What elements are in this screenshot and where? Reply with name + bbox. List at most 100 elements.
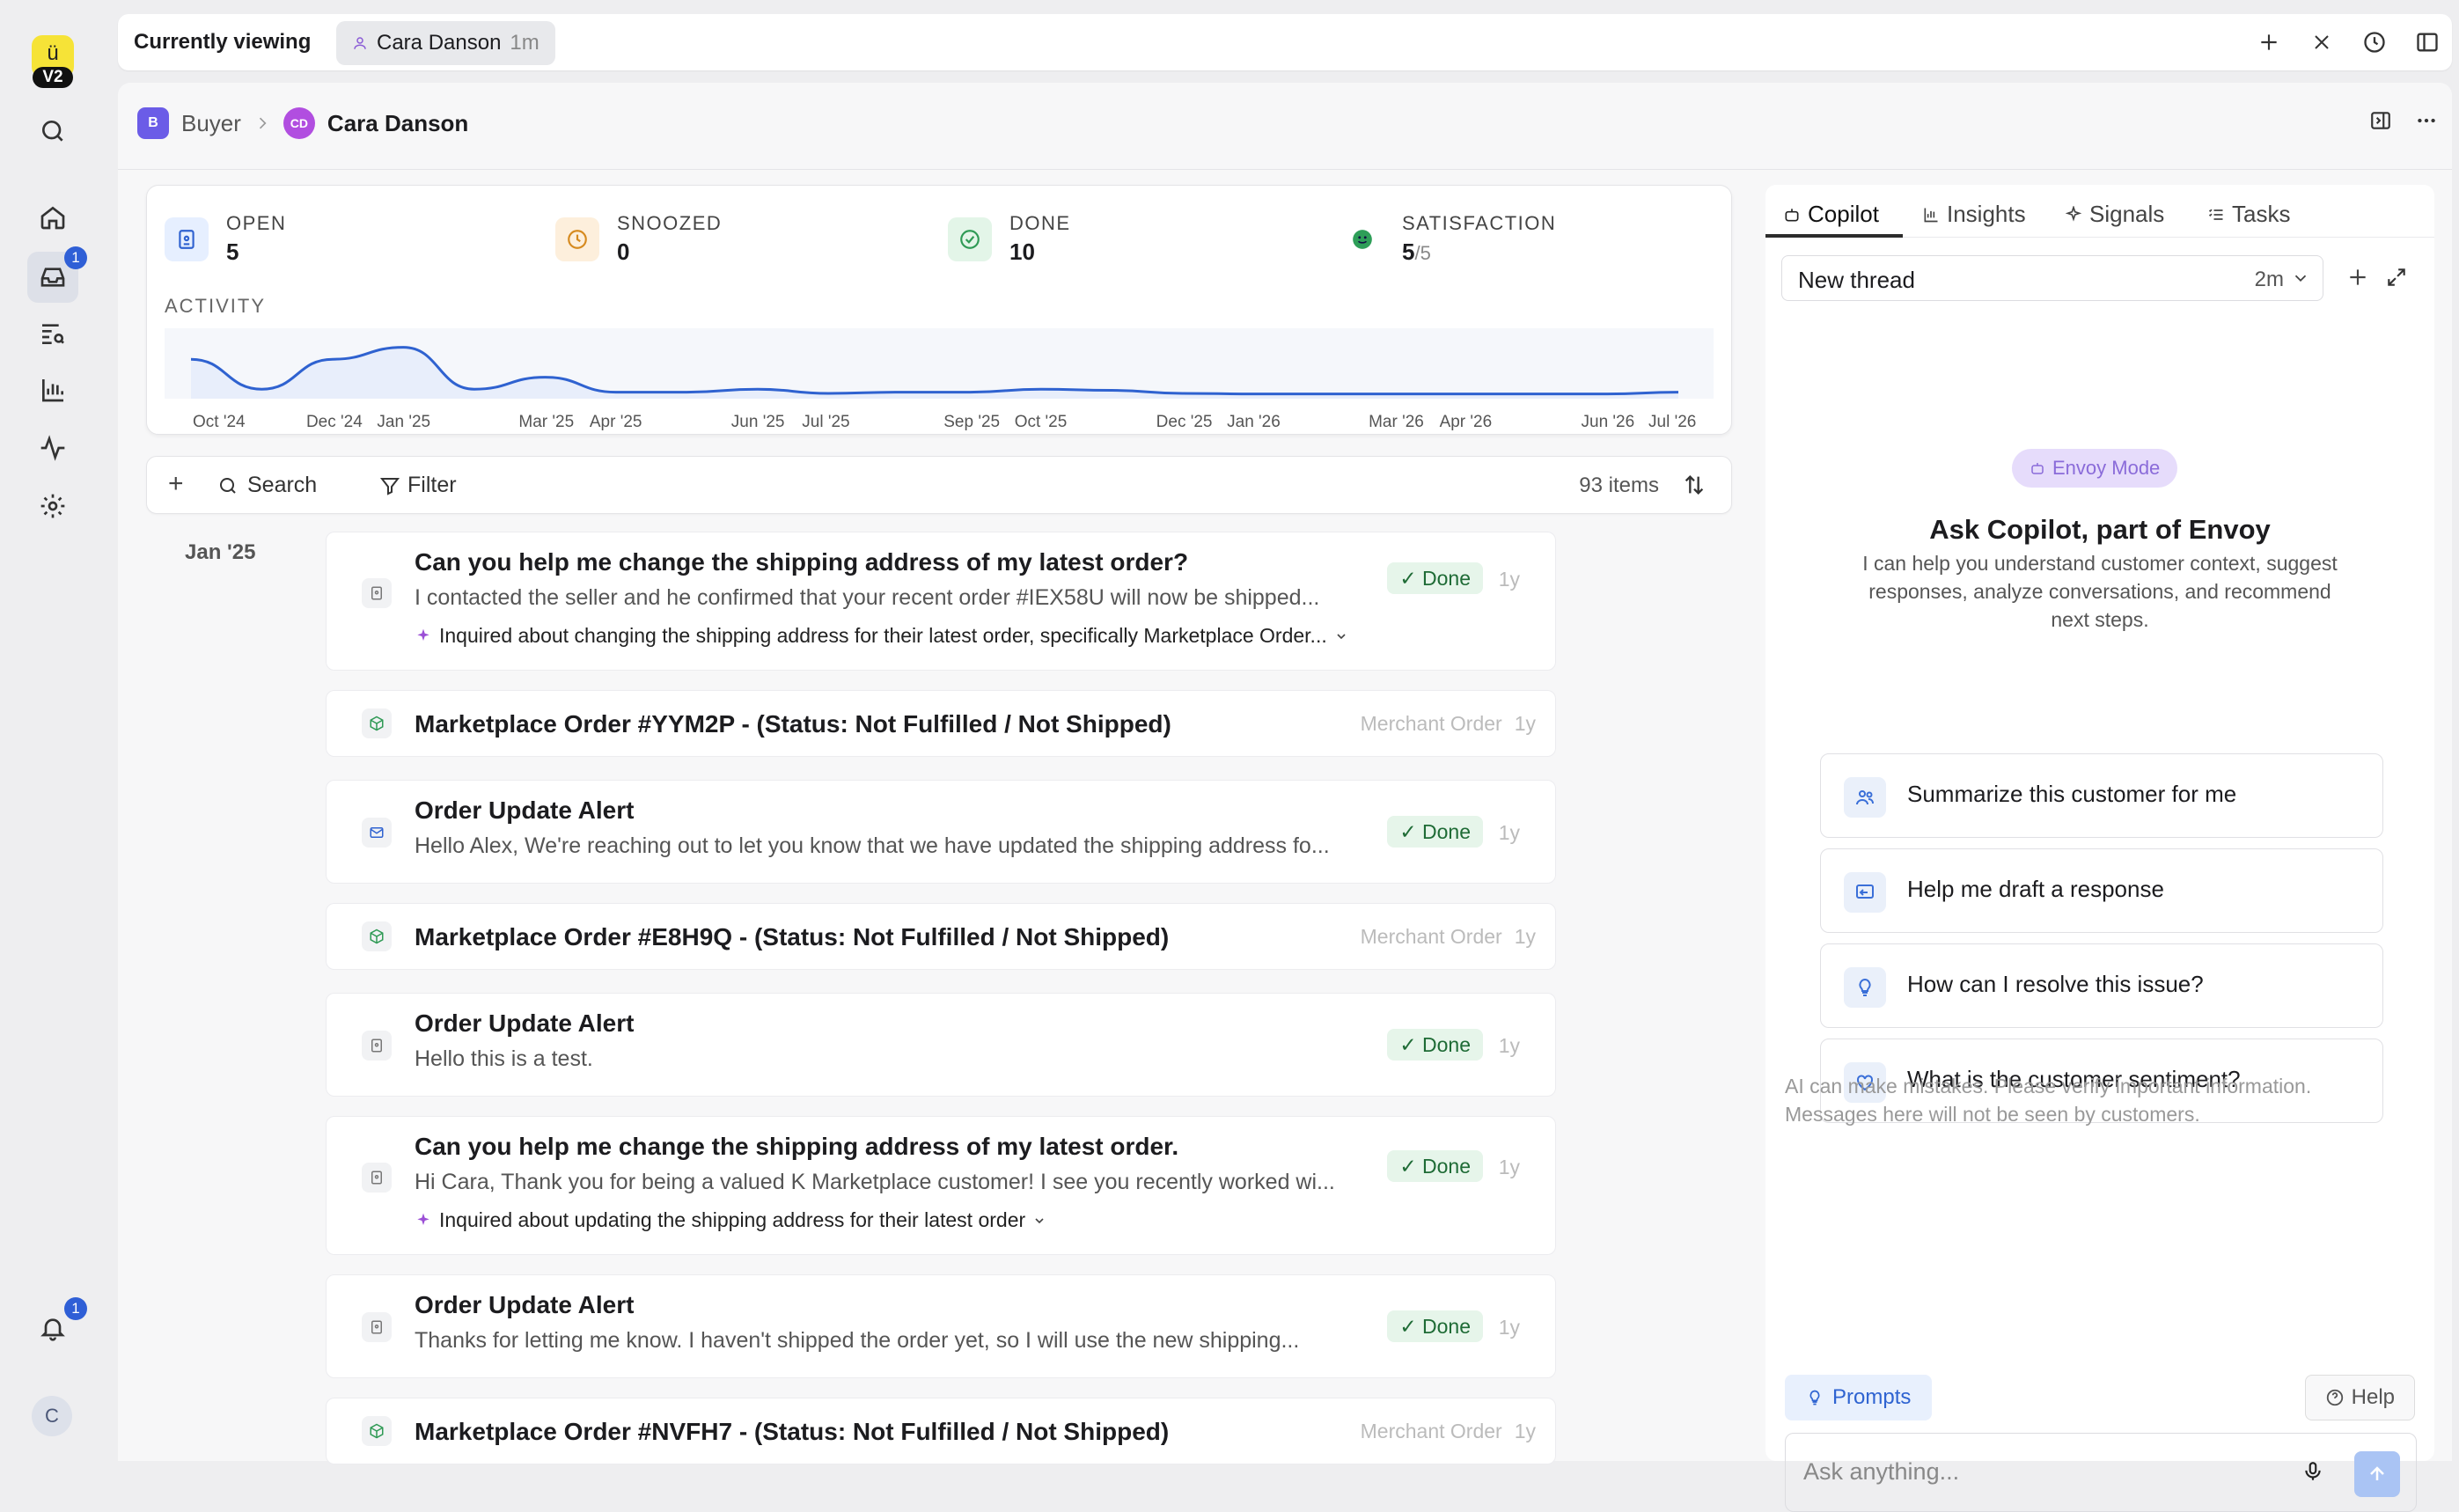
- ai-summary[interactable]: Inquired about changing the shipping add…: [415, 624, 1348, 648]
- suggestion-summarize[interactable]: Summarize this customer for me: [1820, 753, 2383, 838]
- prompts-label: Prompts: [1832, 1385, 1912, 1409]
- add-button[interactable]: +: [168, 469, 184, 499]
- currently-viewing-label: Currently viewing: [134, 30, 312, 54]
- thread-select[interactable]: New thread 2m: [1781, 255, 2323, 301]
- envoy-mode-label: Envoy Mode: [2052, 457, 2161, 479]
- item-meta: Merchant Order 1y: [1348, 1420, 1536, 1443]
- chart-tick-label: Oct '25: [1015, 413, 1068, 431]
- search-icon: [220, 477, 236, 494]
- status-badge: ✓ Done: [1387, 1150, 1483, 1182]
- filter-button[interactable]: Filter: [379, 473, 457, 498]
- stat-satisfaction[interactable]: SATISFACTION 5/5: [1340, 212, 1556, 266]
- main-area: B Buyer CD Cara Danson OPEN 5 SNOOZED 0 DO…: [118, 83, 2452, 1512]
- tab-copilot[interactable]: Copilot: [1783, 201, 1879, 228]
- chart-tick-label: Jan '25: [377, 413, 430, 431]
- stat-value: 0: [617, 239, 630, 265]
- ticket-icon: [362, 1163, 392, 1193]
- reports-nav-button[interactable]: [27, 364, 78, 415]
- help-label: Help: [2351, 1385, 2395, 1409]
- inbox-badge: 1: [64, 246, 87, 269]
- tab-insights[interactable]: Insights: [1922, 201, 2026, 228]
- close-button[interactable]: [2306, 26, 2338, 58]
- stat-open[interactable]: OPEN 5: [165, 212, 286, 266]
- expand-button[interactable]: [2385, 266, 2408, 289]
- item-age: 1y: [1498, 568, 1520, 591]
- home-nav-button[interactable]: [27, 192, 78, 243]
- items-count: 93 items: [1579, 473, 1659, 497]
- tab-tasks[interactable]: Tasks: [2207, 201, 2290, 228]
- app-logo[interactable]: ü V2: [32, 35, 74, 90]
- stat-snoozed[interactable]: SNOOZED 0: [555, 212, 722, 266]
- chart-tick-label: Mar '25: [518, 413, 574, 431]
- package-icon: [362, 921, 392, 951]
- list-item[interactable]: Marketplace Order #E8H9Q - (Status: Not …: [326, 903, 1556, 970]
- new-tab-button[interactable]: [2253, 26, 2285, 58]
- more-button[interactable]: [2415, 109, 2438, 132]
- microphone-icon: [2305, 1462, 2321, 1480]
- suggestion-resolve[interactable]: How can I resolve this issue?: [1820, 943, 2383, 1028]
- bar-chart-icon: [42, 379, 63, 402]
- sparkle-icon: [417, 1213, 429, 1225]
- filter-label: Filter: [407, 473, 457, 497]
- item-title: Marketplace Order #NVFH7 - (Status: Not …: [415, 1418, 1170, 1445]
- tab-label: Signals: [2089, 201, 2165, 227]
- list-item[interactable]: Marketplace Order #YYM2P - (Status: Not …: [326, 690, 1556, 757]
- inbox-icon: [40, 268, 65, 287]
- notifications-button[interactable]: 1: [27, 1297, 87, 1354]
- tab-signals[interactable]: Signals: [2065, 201, 2164, 228]
- prompts-button[interactable]: Prompts: [1785, 1375, 1933, 1420]
- package-icon: [362, 708, 392, 738]
- new-thread-button[interactable]: [2346, 266, 2369, 289]
- activity-nav-button[interactable]: [27, 422, 78, 473]
- person-avatar: CD: [283, 107, 315, 139]
- inbox-nav-button[interactable]: 1: [27, 246, 87, 303]
- item-type: Merchant Order: [1360, 712, 1502, 735]
- history-button[interactable]: [2359, 26, 2390, 58]
- list-item[interactable]: Order Update Alert Hello this is a test.…: [326, 993, 1556, 1097]
- viewer-time: 1m: [510, 31, 540, 55]
- list-item[interactable]: Can you help me change the shipping addr…: [326, 532, 1556, 671]
- help-button[interactable]: Help: [2304, 1375, 2415, 1420]
- chevron-down-icon: [1337, 633, 1346, 639]
- user-avatar[interactable]: C: [32, 1396, 72, 1436]
- stat-done[interactable]: DONE 10: [948, 212, 1071, 266]
- ai-summary-text: Inquired about changing the shipping add…: [439, 624, 1327, 647]
- chart-tick-label: Apr '26: [1440, 413, 1493, 431]
- list-toolbar: + Search Filter 93 items: [146, 456, 1732, 514]
- panel-tabs: Copilot Insights Signals Tasks: [1765, 185, 2434, 238]
- plus-icon: [2261, 34, 2277, 50]
- breadcrumb-buyer[interactable]: Buyer: [181, 110, 241, 137]
- list-item[interactable]: Marketplace Order #NVFH7 - (Status: Not …: [326, 1398, 1556, 1464]
- toggle-sidebar-button[interactable]: [2411, 26, 2443, 58]
- item-snippet: Thanks for letting me know. I haven't sh…: [415, 1328, 1300, 1353]
- item-type: Merchant Order: [1360, 1420, 1502, 1442]
- send-button[interactable]: [2354, 1451, 2400, 1497]
- item-title: Marketplace Order #YYM2P - (Status: Not …: [415, 710, 1171, 738]
- ai-summary[interactable]: Inquired about updating the shipping add…: [415, 1208, 1046, 1232]
- search-nav-button[interactable]: [27, 106, 78, 157]
- package-icon: [362, 1416, 392, 1446]
- split-view-button[interactable]: [2369, 109, 2392, 132]
- microphone-button[interactable]: [2301, 1460, 2324, 1483]
- lightbulb-icon: [1844, 967, 1886, 1008]
- settings-nav-button[interactable]: [27, 481, 78, 532]
- stat-value: 10: [1009, 239, 1035, 265]
- stat-value: 5: [226, 239, 239, 265]
- viewer-pill[interactable]: Cara Danson 1m: [336, 21, 555, 65]
- lightbulb-icon: [1809, 1390, 1820, 1406]
- ask-input-container: [1785, 1433, 2417, 1512]
- item-snippet: Hello Alex, We're reaching out to let yo…: [415, 833, 1330, 858]
- sort-button[interactable]: [1682, 473, 1707, 497]
- list-item[interactable]: Can you help me change the shipping addr…: [326, 1116, 1556, 1255]
- search-list-nav-button[interactable]: [27, 308, 78, 359]
- list-item[interactable]: Order Update Alert Hello Alex, We're rea…: [326, 780, 1556, 884]
- list-item[interactable]: Order Update Alert Thanks for letting me…: [326, 1274, 1556, 1378]
- ask-input[interactable]: [1803, 1458, 2296, 1486]
- status-badge: ✓ Done: [1387, 816, 1483, 848]
- search-button[interactable]: Search: [217, 473, 317, 498]
- tab-label: Insights: [1947, 201, 2026, 227]
- item-title: Can you help me change the shipping addr…: [415, 548, 1189, 576]
- top-bar: Currently viewing Cara Danson 1m: [118, 14, 2452, 70]
- gear-icon: [40, 494, 65, 518]
- suggestion-draft[interactable]: Help me draft a response: [1820, 848, 2383, 933]
